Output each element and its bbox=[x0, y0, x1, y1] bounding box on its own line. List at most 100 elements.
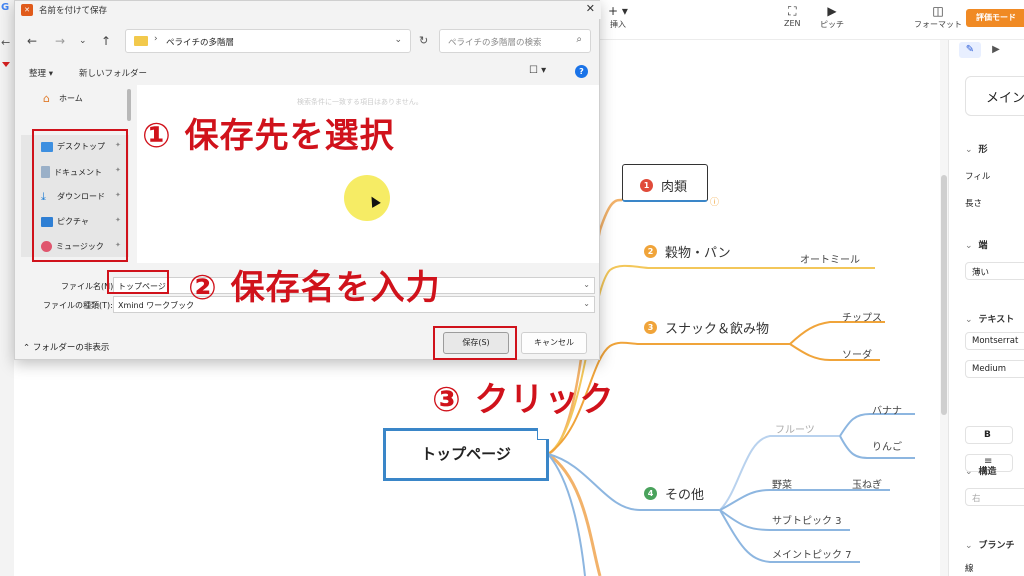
view-options-icon[interactable]: ☐ ▾ bbox=[529, 65, 546, 76]
weight-select[interactable]: Medium bbox=[965, 360, 1024, 378]
chevron-down-icon[interactable]: ⌄ bbox=[394, 35, 402, 45]
annotation-step1: ① 保存先を選択 bbox=[142, 116, 395, 156]
pitch-tab-icon[interactable]: ▶ bbox=[985, 42, 1007, 58]
canvas-scrollbar[interactable] bbox=[940, 40, 948, 576]
scrollbar-thumb[interactable] bbox=[941, 175, 947, 415]
highlight-box-save bbox=[433, 326, 517, 360]
subtopic-fruit[interactable]: フルーツ bbox=[775, 421, 815, 436]
edge-section-header[interactable]: ⌄ 端 bbox=[965, 238, 988, 251]
help-icon[interactable]: ? bbox=[575, 65, 588, 78]
close-icon[interactable]: ✕ bbox=[586, 2, 595, 15]
home-icon: ⌂ bbox=[43, 91, 50, 105]
brush-icon[interactable]: ✎ bbox=[959, 42, 981, 58]
structure-section-header[interactable]: ⌄ 構造 bbox=[965, 464, 997, 477]
back-icon[interactable]: ← bbox=[27, 34, 37, 48]
root-fold-corner bbox=[537, 428, 549, 440]
cancel-button[interactable]: キャンセル bbox=[521, 332, 587, 354]
chevron-down-icon: ⌄ bbox=[965, 145, 973, 155]
format-label: フォーマット bbox=[914, 20, 962, 29]
organize-button[interactable]: 整理 ▾ bbox=[29, 67, 53, 79]
fill-label: フィル bbox=[965, 172, 991, 182]
insert-button[interactable]: + ▾ 挿入 bbox=[608, 3, 628, 30]
chevron-down-icon[interactable]: ⌄ bbox=[583, 280, 590, 289]
sidebar-scrollbar[interactable] bbox=[127, 89, 131, 121]
up-arrow-icon[interactable]: ↑ bbox=[101, 34, 111, 48]
sidebar-home-label: ホーム bbox=[59, 94, 83, 103]
topic1-number-badge: 1 bbox=[640, 179, 653, 192]
text-section-label: テキスト bbox=[978, 315, 1015, 325]
format-button[interactable]: ◫ フォーマット bbox=[914, 3, 962, 30]
topic2-number-badge: 2 bbox=[644, 245, 657, 258]
refresh-icon[interactable]: ↻ bbox=[419, 34, 428, 47]
subtopic-subtopic3[interactable]: サブトピック 3 bbox=[772, 512, 842, 527]
play-icon: ▶ bbox=[827, 4, 837, 18]
subtopic-chips[interactable]: チップス bbox=[842, 309, 882, 324]
structure-section-label: 構造 bbox=[978, 467, 997, 477]
main-style-preview[interactable]: メイン bbox=[965, 76, 1024, 116]
topic3-number-badge: 3 bbox=[644, 321, 657, 334]
info-circle-icon[interactable]: ⓘ bbox=[710, 195, 719, 208]
topic-3[interactable]: 3 スナック＆飲み物 bbox=[644, 318, 769, 337]
search-icon: ⌕ bbox=[576, 34, 582, 45]
subtopic-onion[interactable]: 玉ねぎ bbox=[852, 476, 882, 491]
dialog-command-bar: 整理 ▾ 新しいフォルダー ☐ ▾ ? bbox=[15, 63, 601, 83]
xmind-app-icon: ✕ bbox=[21, 4, 33, 16]
dialog-titlebar: ✕ 名前を付けて保存 ✕ bbox=[15, 1, 601, 19]
root-topic-label: トップページ bbox=[421, 445, 511, 463]
subtopic-main7[interactable]: メイントピック 7 bbox=[772, 546, 852, 561]
breadcrumb[interactable]: ペライチの多階層 bbox=[166, 36, 234, 48]
insert-label: 挿入 bbox=[609, 20, 626, 29]
zen-button[interactable]: ⛶ ZEN bbox=[784, 3, 801, 28]
branch-topic3-chips bbox=[789, 321, 885, 345]
highlight-box-sidebar bbox=[32, 129, 128, 262]
chevron-down-icon[interactable]: ⌄ bbox=[79, 36, 87, 46]
subtopic-banana[interactable]: バナナ bbox=[872, 402, 902, 417]
topic1-label: 肉類 bbox=[661, 180, 688, 195]
highlight-box-filename bbox=[107, 270, 169, 294]
pitch-button[interactable]: ▶ ピッチ bbox=[820, 3, 844, 30]
search-input[interactable]: ペライチの多階層の検索 ⌕ bbox=[439, 29, 591, 53]
length-label: 長さ bbox=[965, 199, 983, 209]
edge-select[interactable]: 薄い bbox=[965, 262, 1024, 280]
structure-select[interactable]: 右 bbox=[965, 488, 1024, 506]
line-label: 線 bbox=[965, 564, 974, 574]
subtopic-oatmeal[interactable]: オートミール bbox=[800, 251, 860, 266]
text-section-header[interactable]: ⌄ テキスト bbox=[965, 312, 1014, 325]
new-folder-button[interactable]: 新しいフォルダー bbox=[79, 67, 147, 79]
forward-icon[interactable]: → bbox=[55, 34, 65, 48]
zen-label: ZEN bbox=[784, 19, 801, 28]
bold-button[interactable]: B bbox=[965, 426, 1013, 444]
subtopic-soda[interactable]: ソーダ bbox=[842, 346, 872, 361]
sidebar-item-home[interactable]: ⌂ ホーム bbox=[43, 93, 83, 104]
topic4-number-badge: 4 bbox=[644, 487, 657, 500]
folder-icon bbox=[134, 36, 148, 46]
pitch-label: ピッチ bbox=[820, 20, 844, 29]
empty-list-message: 検索条件に一致する項目はありません。 bbox=[297, 98, 423, 106]
chevron-down-icon: ⌄ bbox=[965, 467, 973, 477]
topic2-label: 穀物・パン bbox=[665, 246, 731, 261]
subtopic-apple[interactable]: りんご bbox=[872, 438, 902, 453]
shape-section-header[interactable]: ⌄ 形 bbox=[965, 142, 988, 155]
topic3-label: スナック＆飲み物 bbox=[665, 322, 770, 337]
eval-mode-button[interactable]: 評価モード bbox=[966, 9, 1024, 27]
branch-topic4-veg bbox=[719, 489, 890, 511]
branch-section-header[interactable]: ⌄ ブランチ bbox=[965, 538, 1015, 551]
hide-folders-toggle[interactable]: ⌃ フォルダーの非表示 bbox=[23, 341, 109, 353]
chevron-down-icon[interactable]: ⌄ bbox=[583, 299, 590, 308]
fullscreen-icon: ⛶ bbox=[788, 4, 797, 18]
chevron-down-icon: ⌄ bbox=[965, 315, 973, 325]
topic-1[interactable]: 1 肉類 bbox=[640, 176, 687, 195]
topic-2[interactable]: 2 穀物・パン bbox=[644, 242, 731, 261]
address-bar[interactable]: › ペライチの多階層 ⌄ bbox=[125, 29, 411, 53]
font-select[interactable]: Montserrat bbox=[965, 332, 1024, 350]
panel-icon: ◫ bbox=[932, 4, 944, 18]
subtopic-vegetable[interactable]: 野菜 bbox=[772, 476, 792, 491]
root-topic[interactable]: トップページ bbox=[383, 428, 549, 481]
filetype-label: ファイルの種類(T): bbox=[43, 301, 113, 310]
shape-section-label: 形 bbox=[978, 145, 988, 155]
plus-icon: + ▾ bbox=[608, 4, 628, 18]
chevron-down-icon: ⌄ bbox=[965, 241, 973, 251]
dialog-navbar: ← → ⌄ ↑ › ペライチの多階層 ⌄ ↻ ペライチの多階層の検索 ⌕ bbox=[15, 25, 601, 57]
app-toolbar: + ▾ 挿入 ⛶ ZEN ▶ ピッチ ◫ フォーマット bbox=[600, 0, 1024, 40]
topic-4[interactable]: 4 その他 bbox=[644, 484, 704, 503]
